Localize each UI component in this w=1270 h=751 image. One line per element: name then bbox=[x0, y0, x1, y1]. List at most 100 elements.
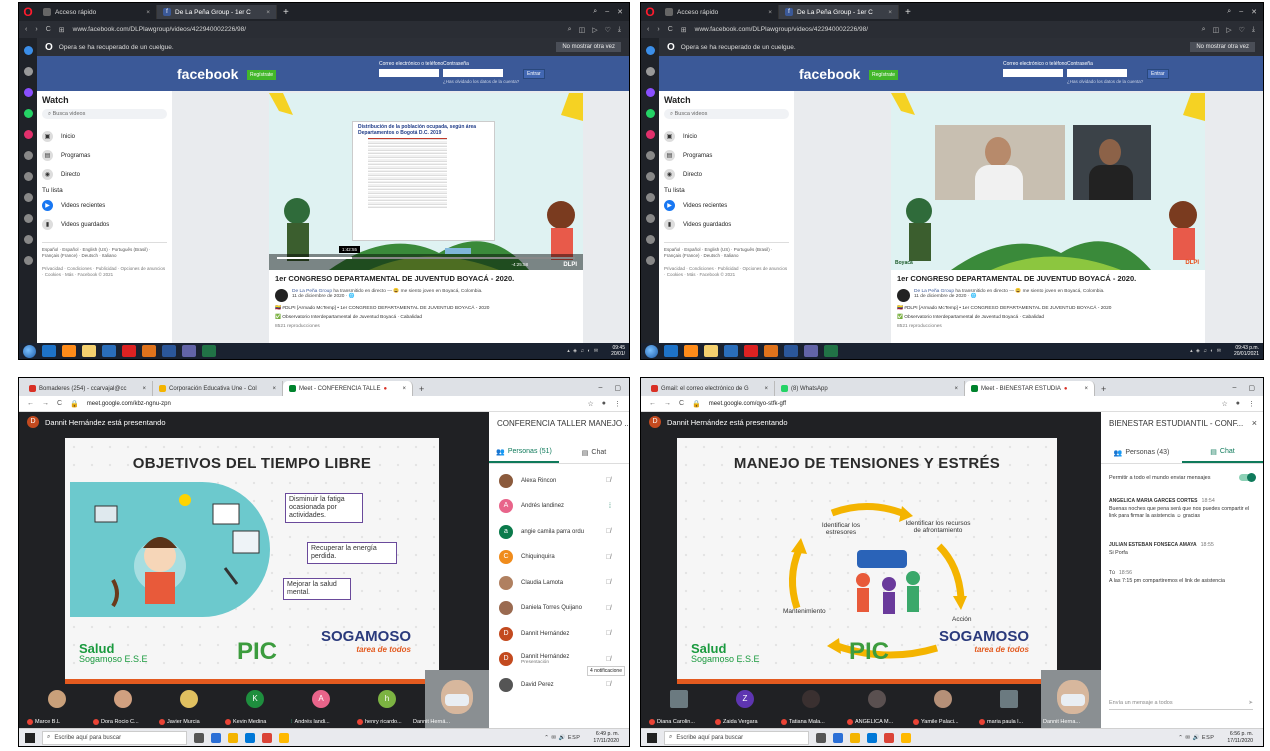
app-icon[interactable] bbox=[764, 345, 778, 357]
maximize-icon[interactable]: ▢ bbox=[1248, 384, 1255, 392]
minimize-icon[interactable]: – bbox=[598, 384, 602, 392]
search-icon[interactable]: ⌕ bbox=[568, 26, 572, 34]
task-view-icon[interactable] bbox=[816, 732, 826, 743]
forward-icon[interactable]: → bbox=[664, 400, 671, 407]
taskbar-search-input[interactable]: ⌕ Escribe aquí para buscar bbox=[42, 730, 187, 745]
start-button[interactable] bbox=[23, 344, 36, 358]
edge-icon[interactable] bbox=[867, 732, 877, 743]
profile-icon[interactable]: ● bbox=[1236, 400, 1240, 408]
nav-home[interactable]: ▣ Inicio bbox=[42, 127, 167, 146]
facebook-logo[interactable]: facebook bbox=[799, 66, 860, 82]
new-tab-button[interactable]: + bbox=[413, 384, 430, 396]
store-icon[interactable] bbox=[901, 732, 911, 743]
teams-icon[interactable] bbox=[182, 345, 196, 357]
play-icon[interactable] bbox=[23, 172, 33, 181]
instagram-icon[interactable] bbox=[645, 130, 655, 139]
login-button[interactable]: Entrar bbox=[1147, 69, 1169, 79]
list-item[interactable]: A Andrés landinez ⁞ bbox=[489, 494, 629, 520]
list-item[interactable]: Claudia Lamota 🎙̸ bbox=[489, 570, 629, 596]
participant-tile[interactable]: Javier Murcia bbox=[157, 684, 223, 728]
login-button[interactable]: Entrar bbox=[523, 69, 545, 79]
whatsapp-icon[interactable] bbox=[23, 109, 33, 118]
new-tab-button[interactable]: + bbox=[1095, 384, 1112, 396]
nav-live[interactable]: ◉ Directo bbox=[42, 165, 167, 184]
excel-icon[interactable] bbox=[202, 345, 216, 357]
snapshot-icon[interactable]: ◫ bbox=[1213, 26, 1220, 34]
url-field[interactable]: www.facebook.com/DLPlawgroup/videos/4229… bbox=[695, 26, 868, 33]
opera-menu-icon[interactable]: O bbox=[19, 3, 37, 21]
nav-saved-videos[interactable]: ▮ Videos guardados bbox=[664, 215, 789, 234]
folder-icon[interactable] bbox=[704, 345, 718, 357]
opera-menu-icon[interactable]: O bbox=[641, 3, 659, 21]
opera-icon[interactable] bbox=[744, 345, 758, 357]
lightbulb-icon[interactable] bbox=[645, 256, 655, 265]
search-icon[interactable]: ⌕ bbox=[1202, 26, 1206, 34]
close-tab-icon[interactable]: × bbox=[272, 386, 276, 392]
messenger-icon[interactable] bbox=[23, 88, 33, 97]
star-icon[interactable]: ☆ bbox=[587, 400, 593, 408]
app-icon[interactable] bbox=[142, 345, 156, 357]
toggle-switch[interactable] bbox=[1239, 473, 1256, 482]
nav-live[interactable]: ◉ Directo bbox=[664, 165, 789, 184]
close-tab-icon[interactable]: × bbox=[402, 386, 406, 392]
new-tab-button[interactable]: + bbox=[899, 7, 917, 18]
url-field[interactable]: meet.google.com/qyo-stfk-gff bbox=[709, 401, 786, 407]
participant-tile[interactable]: Yamile Palaci... bbox=[911, 684, 977, 728]
reload-icon[interactable]: C bbox=[57, 400, 62, 407]
forward-icon[interactable]: › bbox=[35, 26, 37, 33]
chat-input[interactable]: Envía un mensaje a todos ➤ bbox=[1109, 696, 1253, 710]
nav-recent-videos[interactable]: ▶ Videos recientes bbox=[42, 196, 167, 215]
maximize-icon[interactable]: ▢ bbox=[614, 384, 621, 392]
list-item[interactable]: C Chiquinquira 🎙̸ bbox=[489, 545, 629, 571]
clock-icon[interactable] bbox=[23, 151, 33, 160]
nav-home[interactable]: ▣ Inicio bbox=[664, 127, 789, 146]
download-icon[interactable]: ⤓ bbox=[1252, 26, 1255, 34]
back-icon[interactable]: ‹ bbox=[25, 26, 27, 33]
close-tab-icon[interactable]: × bbox=[768, 9, 772, 16]
profile-icon[interactable]: ● bbox=[602, 400, 606, 408]
tab-meet[interactable]: Meet - BIENESTAR ESTUDIA ● × bbox=[965, 381, 1095, 396]
folder-icon[interactable] bbox=[228, 732, 238, 743]
new-tab-button[interactable]: + bbox=[277, 7, 295, 18]
participant-tile[interactable]: Marce B.L bbox=[25, 684, 91, 728]
teams-icon[interactable] bbox=[804, 345, 818, 357]
close-window-icon[interactable]: ✕ bbox=[617, 8, 623, 16]
heart-icon[interactable]: ♡ bbox=[1239, 26, 1245, 34]
mail-icon[interactable] bbox=[211, 732, 221, 743]
dont-show-again-button[interactable]: No mostrar otra vez bbox=[556, 42, 621, 52]
reload-icon[interactable]: C bbox=[46, 26, 51, 33]
list-item[interactable]: Alexa Rincon 🎙̸ bbox=[489, 468, 629, 494]
opera-icon[interactable] bbox=[122, 345, 136, 357]
nav-recent-videos[interactable]: ▶ Videos recientes bbox=[664, 196, 789, 215]
chrome-icon[interactable] bbox=[262, 732, 272, 743]
history-icon[interactable] bbox=[645, 214, 655, 223]
folder-icon[interactable] bbox=[82, 345, 96, 357]
forgot-account-link[interactable]: ¿Has olvidado los datos de la cuenta? bbox=[1067, 79, 1143, 84]
system-tray[interactable]: ⌃ ✉ 🔊 ESP bbox=[1178, 735, 1214, 741]
firefox-icon[interactable] bbox=[62, 345, 76, 357]
email-field[interactable] bbox=[1003, 69, 1063, 77]
star-icon[interactable]: ☆ bbox=[1221, 400, 1227, 408]
history-icon[interactable] bbox=[23, 214, 33, 223]
start-button[interactable] bbox=[645, 344, 658, 358]
participant-tile[interactable]: Diana Carolin... bbox=[647, 684, 713, 728]
tab-gmail[interactable]: Gmail: el correo electrónico de G × bbox=[645, 381, 775, 396]
messenger-icon[interactable] bbox=[645, 88, 655, 97]
windows-start-icon[interactable] bbox=[25, 732, 35, 743]
clock-icon[interactable] bbox=[645, 151, 655, 160]
kebab-menu-icon[interactable]: ⋮ bbox=[1248, 400, 1255, 408]
system-tray[interactable]: ⌃ ✉ 🔊 ESP bbox=[544, 735, 580, 741]
chrome-icon[interactable] bbox=[884, 732, 894, 743]
footer-links[interactable]: Privacidad · Condiciones · Publicidad · … bbox=[664, 266, 789, 279]
system-tray[interactable]: ▴ ◈ ♫ ◐ ✉ bbox=[1190, 348, 1222, 354]
list-item[interactable]: a angie camila parra ordu 🎙̸ bbox=[489, 519, 629, 545]
tab-chat[interactable]: ▤ Chat bbox=[1182, 442, 1263, 463]
participant-tile[interactable]: ANGELICA M... bbox=[845, 684, 911, 728]
download-icon[interactable]: ⤓ bbox=[618, 26, 621, 34]
close-window-icon[interactable]: ✕ bbox=[1251, 8, 1257, 16]
close-tab-icon[interactable]: × bbox=[1084, 386, 1088, 392]
minimize-icon[interactable]: – bbox=[605, 8, 609, 16]
tab-chat[interactable]: ▤ Chat bbox=[559, 442, 629, 463]
gear-icon[interactable] bbox=[645, 235, 655, 244]
self-view-camera[interactable]: Dannit Herna... bbox=[1041, 670, 1101, 728]
